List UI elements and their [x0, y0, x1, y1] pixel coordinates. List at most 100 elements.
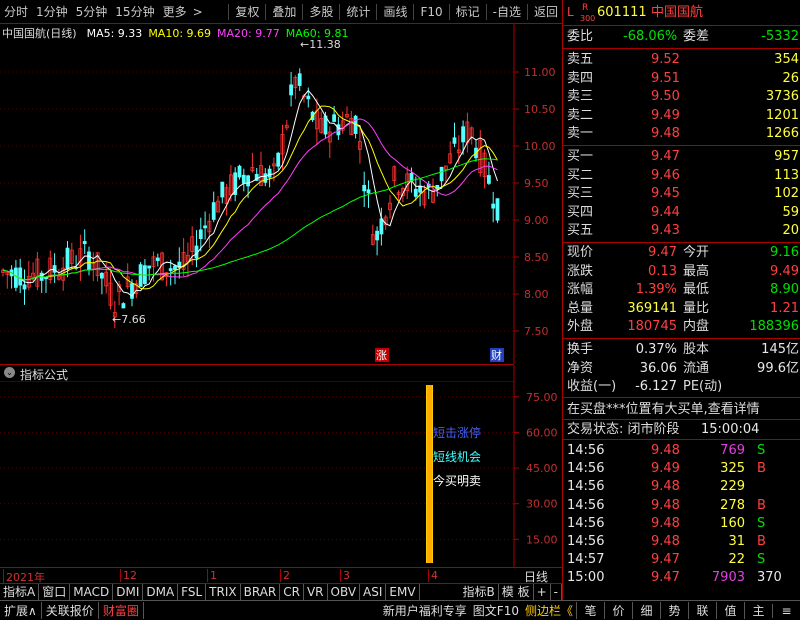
status-link[interactable]: 扩展∧ — [0, 602, 42, 619]
period-tab[interactable]: 15分钟 — [111, 3, 158, 20]
signal-text: 今买明卖 — [433, 473, 481, 488]
tick-price: 9.47 — [651, 570, 680, 586]
toolbar-button[interactable]: 叠加 — [268, 3, 300, 20]
side-tab[interactable]: 细 — [632, 602, 660, 619]
indicator-tab[interactable]: 指标A — [0, 584, 40, 600]
status-link[interactable]: 侧边栏《 — [522, 602, 576, 619]
indicator-tab[interactable]: ASI — [360, 584, 387, 600]
status-link[interactable]: 图文F10 — [470, 602, 522, 619]
status-link[interactable]: 关联报价 — [42, 602, 99, 619]
indicator-tab[interactable]: FSL — [178, 584, 207, 600]
bid-volume: 957 — [774, 149, 799, 164]
indicator-tab[interactable]: 模 板 — [499, 584, 534, 600]
status-link[interactable]: 财富圈 — [99, 602, 144, 619]
toolbar-button[interactable]: 统计 — [342, 3, 374, 20]
side-tab[interactable]: 价 — [604, 602, 632, 619]
indicator-tab[interactable]: DMA — [143, 584, 179, 600]
toolbar-button[interactable]: 标记 — [452, 3, 484, 20]
ma10-line — [2, 105, 498, 290]
indicator-tab[interactable]: BRAR — [241, 584, 281, 600]
side-tab[interactable]: 主 — [744, 602, 772, 619]
side-tab[interactable]: 势 — [660, 602, 688, 619]
indicator-tab[interactable]: CR — [280, 584, 304, 600]
stat-label: 流通 — [683, 360, 710, 376]
indicator-tab[interactable]: OBV — [328, 584, 361, 600]
toolbar-button[interactable]: -自选 — [489, 3, 525, 20]
bid-diff-value: -5332 — [761, 29, 799, 44]
stat-value: 180745 — [627, 319, 677, 334]
candle-body — [237, 165, 242, 178]
indicator-tab[interactable]: 窗口 — [39, 584, 71, 600]
stat-label: 外盘 — [567, 319, 594, 334]
chevron-right-icon[interactable]: > — [191, 5, 205, 19]
ask-price: 9.49 — [651, 107, 680, 123]
toolbar-button[interactable]: 返回 — [530, 3, 562, 20]
toolbar-button[interactable]: 多股 — [305, 3, 337, 20]
ask-volume: 3736 — [765, 89, 799, 104]
indicator-tab[interactable]: EMV — [386, 584, 420, 600]
quote-panel: L R 300 601111 中国国航 委比 -68.06% 委差 -5332 卖五 9.52 354… — [562, 0, 800, 600]
indicator-tab[interactable]: + — [534, 584, 551, 600]
toolbar-button[interactable]: 复权 — [231, 3, 263, 20]
candle-body — [375, 230, 380, 241]
stat-value: 0.37% — [635, 342, 677, 357]
stat-value: 145亿 — [761, 342, 799, 357]
candle-body — [366, 189, 371, 194]
ask-volume: 1201 — [765, 107, 799, 123]
tick-price: 9.48 — [651, 479, 680, 495]
bid-level-label: 买三 — [567, 186, 594, 201]
price-tick: 10.00 — [524, 140, 556, 153]
candle-body — [289, 84, 294, 96]
ask-volume: 354 — [774, 52, 799, 67]
indicator-tab[interactable]: TRIX — [206, 584, 241, 600]
price-tick: 10.50 — [524, 103, 556, 116]
toolbar-button[interactable]: F10 — [416, 5, 446, 19]
indicator-tab[interactable]: MACD — [70, 584, 114, 600]
side-tab[interactable]: ≡ — [772, 603, 800, 618]
side-tab[interactable]: 联 — [688, 602, 716, 619]
stat-value: 1.39% — [635, 282, 677, 297]
time-label: 12 — [120, 569, 137, 582]
side-tab[interactable]: 笔 — [576, 602, 604, 619]
ma-label: MA60: 9.81 — [285, 27, 349, 40]
time-axis: 2021年 12 1 2 3 4 日线 — [0, 567, 562, 585]
period-tab[interactable]: 更多 — [159, 3, 191, 20]
bid-level-label: 买五 — [567, 223, 594, 238]
chart-toolbar: 分时 1分钟 5分钟 15分钟 更多 > 复权 叠加 多股 统计 画线 F10 标记 -自选 返回 — [0, 0, 562, 24]
side-tab[interactable]: 值 — [716, 602, 744, 619]
candlestick-chart[interactable]: 11.0010.5010.009.509.008.508.007.50←11.3… — [0, 24, 562, 364]
bid-volume: 20 — [782, 223, 799, 238]
ma-label: MA5: 9.33 — [86, 27, 143, 40]
period-tab[interactable]: 1分钟 — [32, 3, 72, 20]
price-tick: 8.50 — [524, 251, 549, 264]
tick-side: 370 — [757, 570, 782, 586]
tick-volume: 325 — [720, 461, 745, 477]
stat-label: 换手 — [567, 342, 594, 357]
candle-body — [52, 265, 57, 273]
stat-value: 36.06 — [639, 360, 677, 376]
indicator-tab[interactable]: VR — [304, 584, 328, 600]
stock-period-label: 中国国航(日线) — [2, 27, 77, 40]
status-link[interactable]: 新用户福利专享 — [380, 602, 470, 619]
indicator-tick: 60.00 — [526, 426, 558, 439]
indicator-tab[interactable]: DMI — [113, 584, 144, 600]
tick-side: S — [757, 515, 766, 531]
period-tab[interactable]: 分时 — [0, 3, 32, 20]
candle-body — [413, 188, 418, 197]
indicator-chart[interactable]: 75.00 60.00 45.00 30.00 15.00 短击涨停短线机会今买明卖 — [0, 365, 562, 567]
indicator-tick: 45.00 — [526, 462, 558, 475]
toolbar-button[interactable]: 画线 — [379, 3, 411, 20]
bid-volume: 59 — [782, 204, 799, 220]
indicator-tab[interactable]: 指标B — [460, 584, 499, 600]
stat-label: 量比 — [683, 300, 710, 316]
ask-price: 9.51 — [651, 70, 680, 86]
tick-side: B — [757, 534, 766, 549]
candle-body — [155, 257, 160, 261]
stat-label: 最低 — [683, 282, 710, 297]
period-tab[interactable]: 5分钟 — [72, 3, 112, 20]
indicator-tab[interactable]: - — [551, 584, 562, 600]
stat-value: 369141 — [627, 300, 677, 316]
candle-body — [198, 229, 203, 239]
candle-body — [22, 284, 27, 290]
ask-level-label: 卖一 — [567, 126, 594, 141]
